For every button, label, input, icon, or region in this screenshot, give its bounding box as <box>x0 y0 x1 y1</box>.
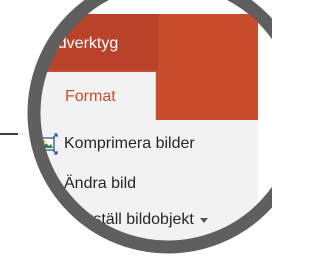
chevron-down-icon[interactable] <box>199 217 208 223</box>
reset-picture-button[interactable]: Återställ bildobjekt <box>36 207 208 233</box>
magnified-ribbon-screenshot: Bildverktyg Format Komprimera bilder Änd… <box>0 0 272 270</box>
contextual-group-label: Bildverktyg <box>40 35 119 52</box>
change-picture-icon <box>36 175 58 195</box>
reset-picture-label: Återställ bildobjekt <box>64 211 194 228</box>
compress-pictures-label: Komprimera bilder <box>64 135 195 152</box>
reset-picture-icon <box>37 209 55 227</box>
change-picture-label: Ändra bild <box>64 175 137 192</box>
contextual-group-header: Bildverktyg <box>18 14 158 70</box>
magnifier-lens: Bildverktyg Format Komprimera bilder Änd… <box>14 0 272 270</box>
tab-format-label: Format <box>65 88 116 105</box>
compress-pictures-button[interactable]: Komprimera bilder <box>36 131 195 157</box>
compress-pictures-icon <box>36 133 58 155</box>
tab-format[interactable]: Format <box>38 72 156 120</box>
change-picture-button[interactable]: Ändra bild <box>36 171 136 197</box>
